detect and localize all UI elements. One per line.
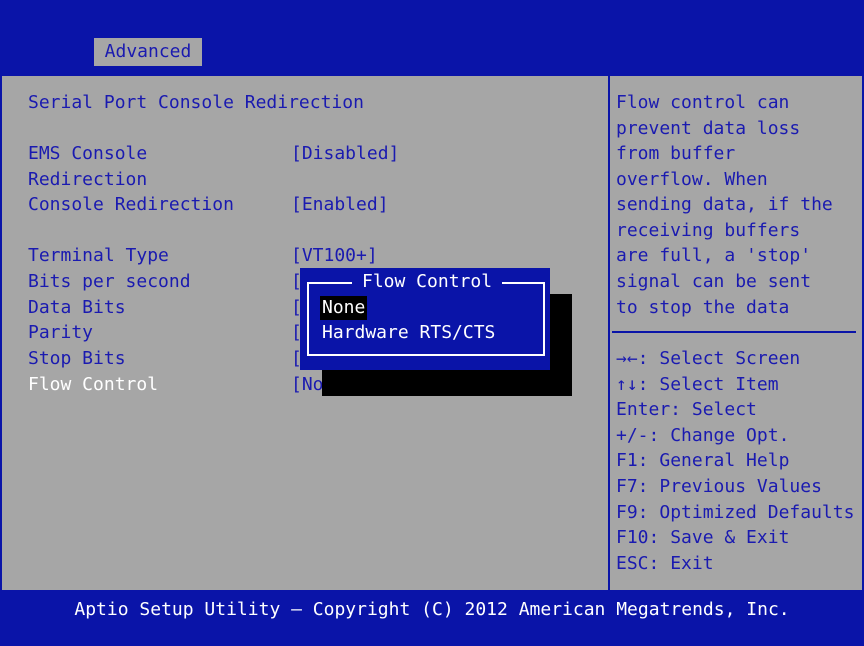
- help-line: from buffer: [616, 143, 736, 164]
- footer-copyright: Aptio Setup Utility – Copyright (C) 2012…: [0, 594, 864, 646]
- help-divider-horizontal: [612, 331, 856, 333]
- help-line: Flow control can: [616, 92, 790, 113]
- key-hint-select-item: ↑↓: Select Item: [616, 372, 779, 398]
- key-enter: Enter:: [616, 399, 682, 420]
- popup-option-none[interactable]: None: [320, 296, 368, 320]
- setting-ems-console-label-cont[interactable]: Redirection: [28, 167, 147, 193]
- popup-option-hardware-rts-cts[interactable]: Hardware RTS/CTS: [320, 321, 497, 345]
- key-action: Save & Exit: [670, 527, 790, 548]
- key-action: Change Opt.: [670, 425, 790, 446]
- setting-console-redirection-label[interactable]: Console Redirection: [28, 192, 234, 218]
- key-action: Optimized Defaults: [659, 502, 855, 523]
- help-line: to stop the data: [616, 297, 790, 318]
- key-f9: F9:: [616, 502, 649, 523]
- help-line: receiving buffers: [616, 220, 801, 241]
- key-f1: F1:: [616, 450, 649, 471]
- help-line: prevent data loss: [616, 118, 801, 139]
- key-esc: ESC:: [616, 553, 660, 574]
- setting-stop-bits-label[interactable]: Stop Bits: [28, 346, 126, 372]
- key-f7: F7:: [616, 476, 649, 497]
- key-f10: F10:: [616, 527, 660, 548]
- key-plus-minus: +/-:: [616, 425, 660, 446]
- setting-console-redirection-value[interactable]: [Enabled]: [291, 192, 389, 218]
- key-action: General Help: [659, 450, 790, 471]
- help-line: overflow. When: [616, 169, 768, 190]
- key-hint-enter: Enter: Select: [616, 397, 757, 423]
- key-arrows-lr: →←:: [616, 348, 649, 369]
- key-hint-f7: F7: Previous Values: [616, 474, 822, 500]
- help-line: signal can be sent: [616, 271, 812, 292]
- key-hint-f10: F10: Save & Exit: [616, 525, 789, 551]
- key-hint-select-screen: →←: Select Screen: [616, 346, 800, 372]
- tab-advanced[interactable]: Advanced: [94, 38, 202, 66]
- flow-control-popup: Flow Control None Hardware RTS/CTS: [300, 268, 550, 370]
- setting-ems-console-label[interactable]: EMS Console: [28, 141, 147, 167]
- help-line: are full, a 'stop': [616, 245, 812, 266]
- setting-ems-console-value[interactable]: [Disabled]: [291, 141, 399, 167]
- key-hint-esc: ESC: Exit: [616, 551, 714, 577]
- setting-flow-control-value[interactable]: [No: [291, 372, 324, 398]
- key-hint-change-opt: +/-: Change Opt.: [616, 423, 789, 449]
- popup-title: Flow Control: [352, 271, 503, 293]
- key-action: Select Screen: [659, 348, 801, 369]
- key-hint-f9: F9: Optimized Defaults: [616, 500, 854, 526]
- setting-data-bits-label[interactable]: Data Bits: [28, 295, 126, 321]
- key-arrows-ud: ↑↓:: [616, 374, 649, 395]
- setting-parity-label[interactable]: Parity: [28, 320, 93, 346]
- setting-terminal-type-value[interactable]: [VT100+]: [291, 243, 378, 269]
- setting-flow-control-label[interactable]: Flow Control: [28, 372, 158, 398]
- setting-bits-per-second-label[interactable]: Bits per second: [28, 269, 191, 295]
- key-action: Select Item: [659, 374, 779, 395]
- panel-divider-vertical: [608, 74, 610, 592]
- key-action: Previous Values: [659, 476, 822, 497]
- key-action: Exit: [670, 553, 714, 574]
- help-line: sending data, if the: [616, 194, 833, 215]
- setting-terminal-type-label[interactable]: Terminal Type: [28, 243, 169, 269]
- section-title: Serial Port Console Redirection: [28, 92, 364, 113]
- key-hint-f1: F1: General Help: [616, 448, 789, 474]
- key-action: Select: [691, 399, 757, 420]
